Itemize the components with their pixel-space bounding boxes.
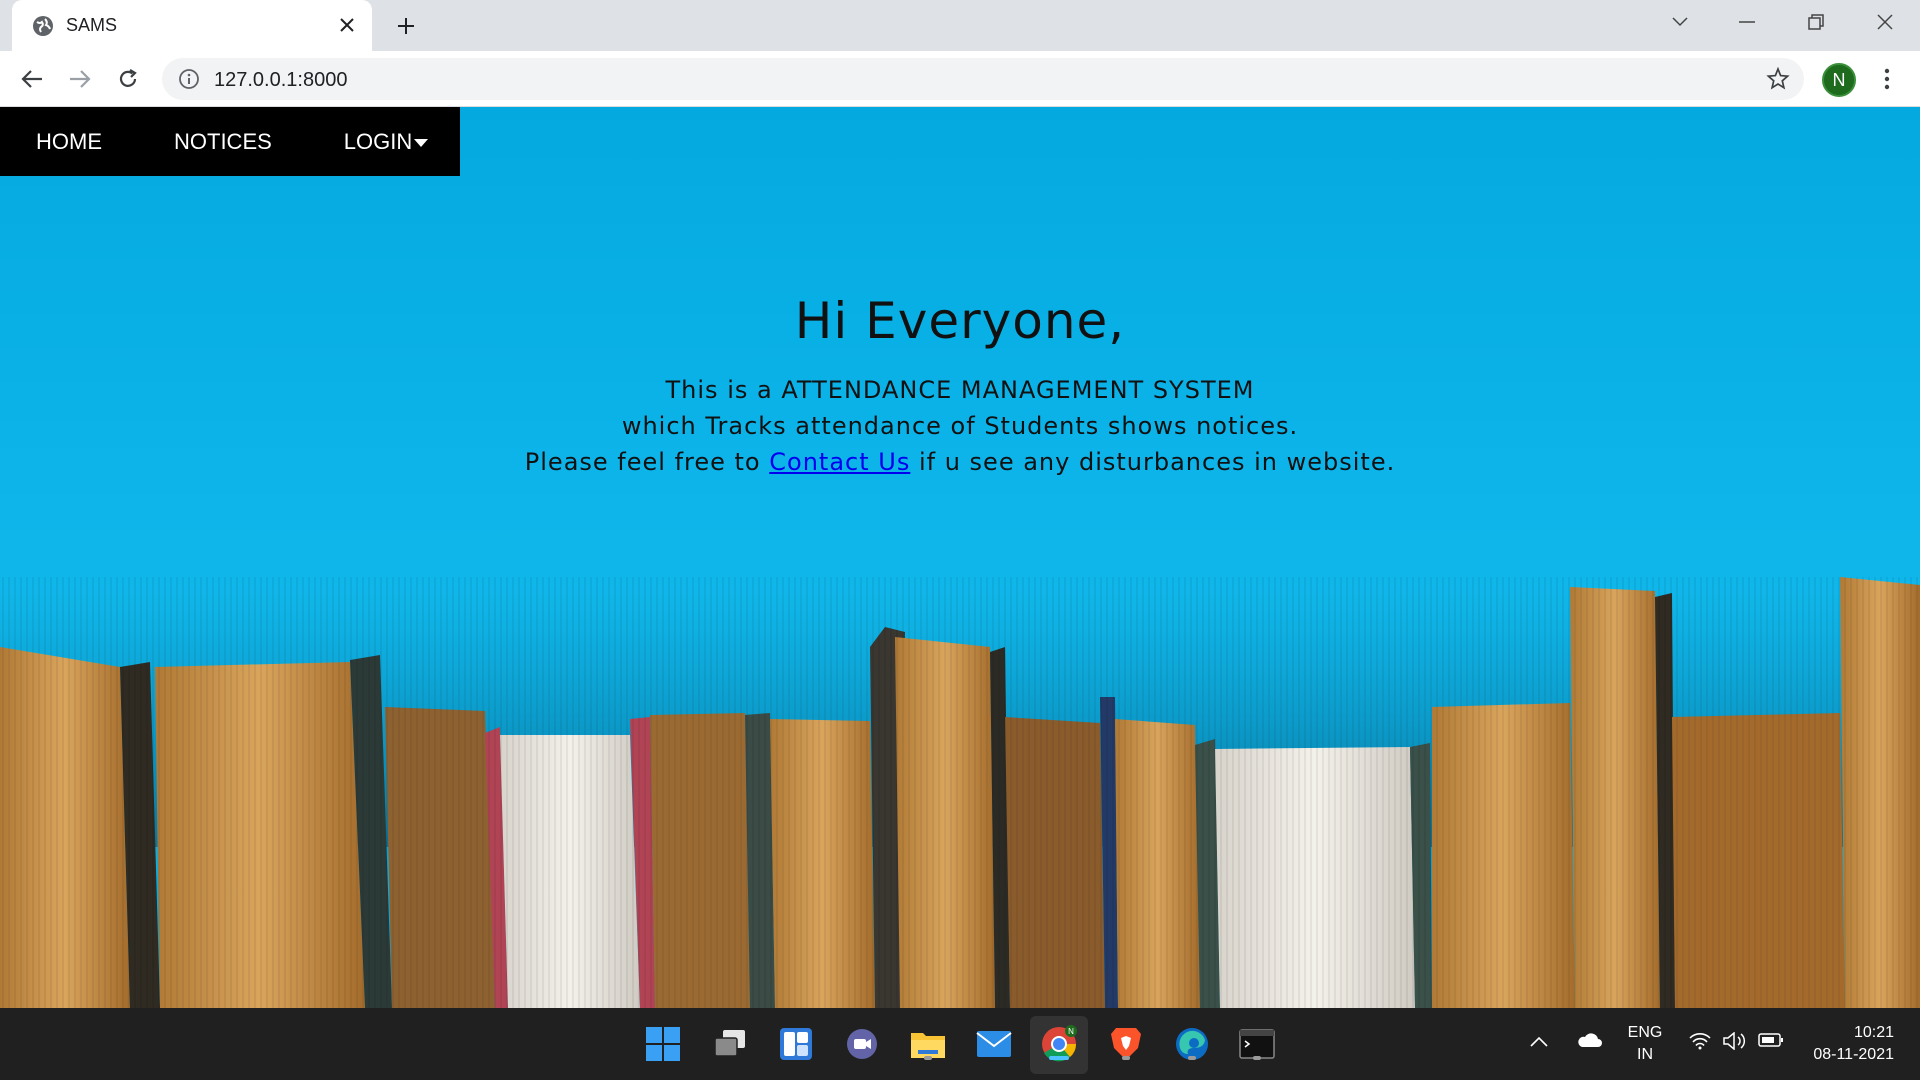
file-explorer-icon[interactable] xyxy=(908,1024,948,1064)
kebab-menu-icon[interactable] xyxy=(1872,63,1902,95)
info-icon[interactable] xyxy=(178,68,200,90)
chrome-profile-badge: N xyxy=(1068,1027,1074,1036)
terminal-icon[interactable] xyxy=(1237,1024,1277,1064)
page-viewport: HOME NOTICES LOGIN Hi Everyone, This is … xyxy=(0,107,1920,1008)
browser-toolbar: 127.0.0.1:8000 N xyxy=(0,51,1920,107)
window-close-icon[interactable] xyxy=(1865,6,1905,38)
hero-text: This is a ATTENDANCE MANAGEMENT SYSTEM w… xyxy=(0,372,1920,480)
running-indicator xyxy=(1122,1056,1130,1060)
chrome-icon[interactable]: N xyxy=(1039,1024,1079,1064)
reload-icon[interactable] xyxy=(112,63,144,95)
caret-down-icon xyxy=(414,138,429,147)
forward-icon[interactable] xyxy=(64,63,96,95)
site-navbar: HOME NOTICES LOGIN xyxy=(0,107,460,176)
nav-login-label: LOGIN xyxy=(343,128,413,154)
hero-heading: Hi Everyone, xyxy=(794,292,1126,350)
hero-line-2: which Tracks attendance of Students show… xyxy=(621,412,1299,440)
edge-icon[interactable] xyxy=(1172,1024,1212,1064)
browser-tab[interactable]: SAMS xyxy=(12,0,372,51)
hero-line-1: This is a ATTENDANCE MANAGEMENT SYSTEM xyxy=(665,376,1255,404)
close-icon[interactable] xyxy=(334,12,360,38)
mail-icon[interactable] xyxy=(974,1024,1014,1064)
nav-notices-link[interactable]: NOTICES xyxy=(174,129,272,155)
back-icon[interactable] xyxy=(16,63,48,95)
clock-time: 10:21 xyxy=(1853,1024,1894,1041)
running-indicator xyxy=(1188,1056,1196,1060)
language-indicator[interactable]: ENG IN xyxy=(1620,1022,1670,1066)
brave-icon[interactable] xyxy=(1106,1024,1146,1064)
globe-icon xyxy=(32,15,54,37)
restore-icon[interactable] xyxy=(1796,6,1836,38)
hero-line-3-end: if u see any disturbances in website. xyxy=(910,448,1396,476)
tab-strip: SAMS xyxy=(0,0,1920,51)
chat-icon[interactable] xyxy=(842,1024,882,1064)
chevron-up-icon[interactable] xyxy=(1524,1032,1554,1054)
lang-bottom: IN xyxy=(1637,1046,1653,1063)
contact-us-link[interactable]: Contact Us xyxy=(769,448,910,476)
running-indicator xyxy=(924,1056,932,1060)
books-background-image xyxy=(0,577,1920,1008)
volume-icon[interactable] xyxy=(1720,1031,1750,1057)
hero-line-3-start: Please feel free to xyxy=(524,448,770,476)
chevron-down-icon[interactable] xyxy=(1660,6,1700,38)
taskbar: N ENG IN 10:21 08-11-2021 xyxy=(0,1008,1920,1080)
battery-icon[interactable] xyxy=(1756,1032,1786,1055)
onedrive-cloud-icon[interactable] xyxy=(1572,1032,1606,1055)
address-bar[interactable]: 127.0.0.1:8000 xyxy=(162,58,1804,100)
wifi-icon[interactable] xyxy=(1686,1032,1714,1057)
clock-date: 08-11-2021 xyxy=(1813,1046,1894,1063)
url-text: 127.0.0.1:8000 xyxy=(214,69,348,91)
task-view-icon[interactable] xyxy=(710,1024,750,1064)
active-indicator xyxy=(1049,1056,1069,1060)
minimize-icon[interactable] xyxy=(1727,6,1767,38)
tab-title: SAMS xyxy=(66,15,118,35)
nav-home-link[interactable]: HOME xyxy=(36,129,102,155)
hero-section: Hi Everyone, This is a ATTENDANCE MANAGE… xyxy=(0,292,1920,480)
new-tab-button[interactable] xyxy=(390,10,422,42)
star-icon[interactable] xyxy=(1766,66,1790,91)
start-icon[interactable] xyxy=(643,1024,683,1064)
widgets-icon[interactable] xyxy=(776,1024,816,1064)
clock[interactable]: 10:21 08-11-2021 xyxy=(1800,1022,1900,1066)
running-indicator xyxy=(1253,1056,1261,1060)
lang-top: ENG xyxy=(1627,1024,1663,1041)
avatar[interactable]: N xyxy=(1822,63,1856,97)
nav-login-dropdown[interactable]: LOGIN xyxy=(343,128,429,155)
